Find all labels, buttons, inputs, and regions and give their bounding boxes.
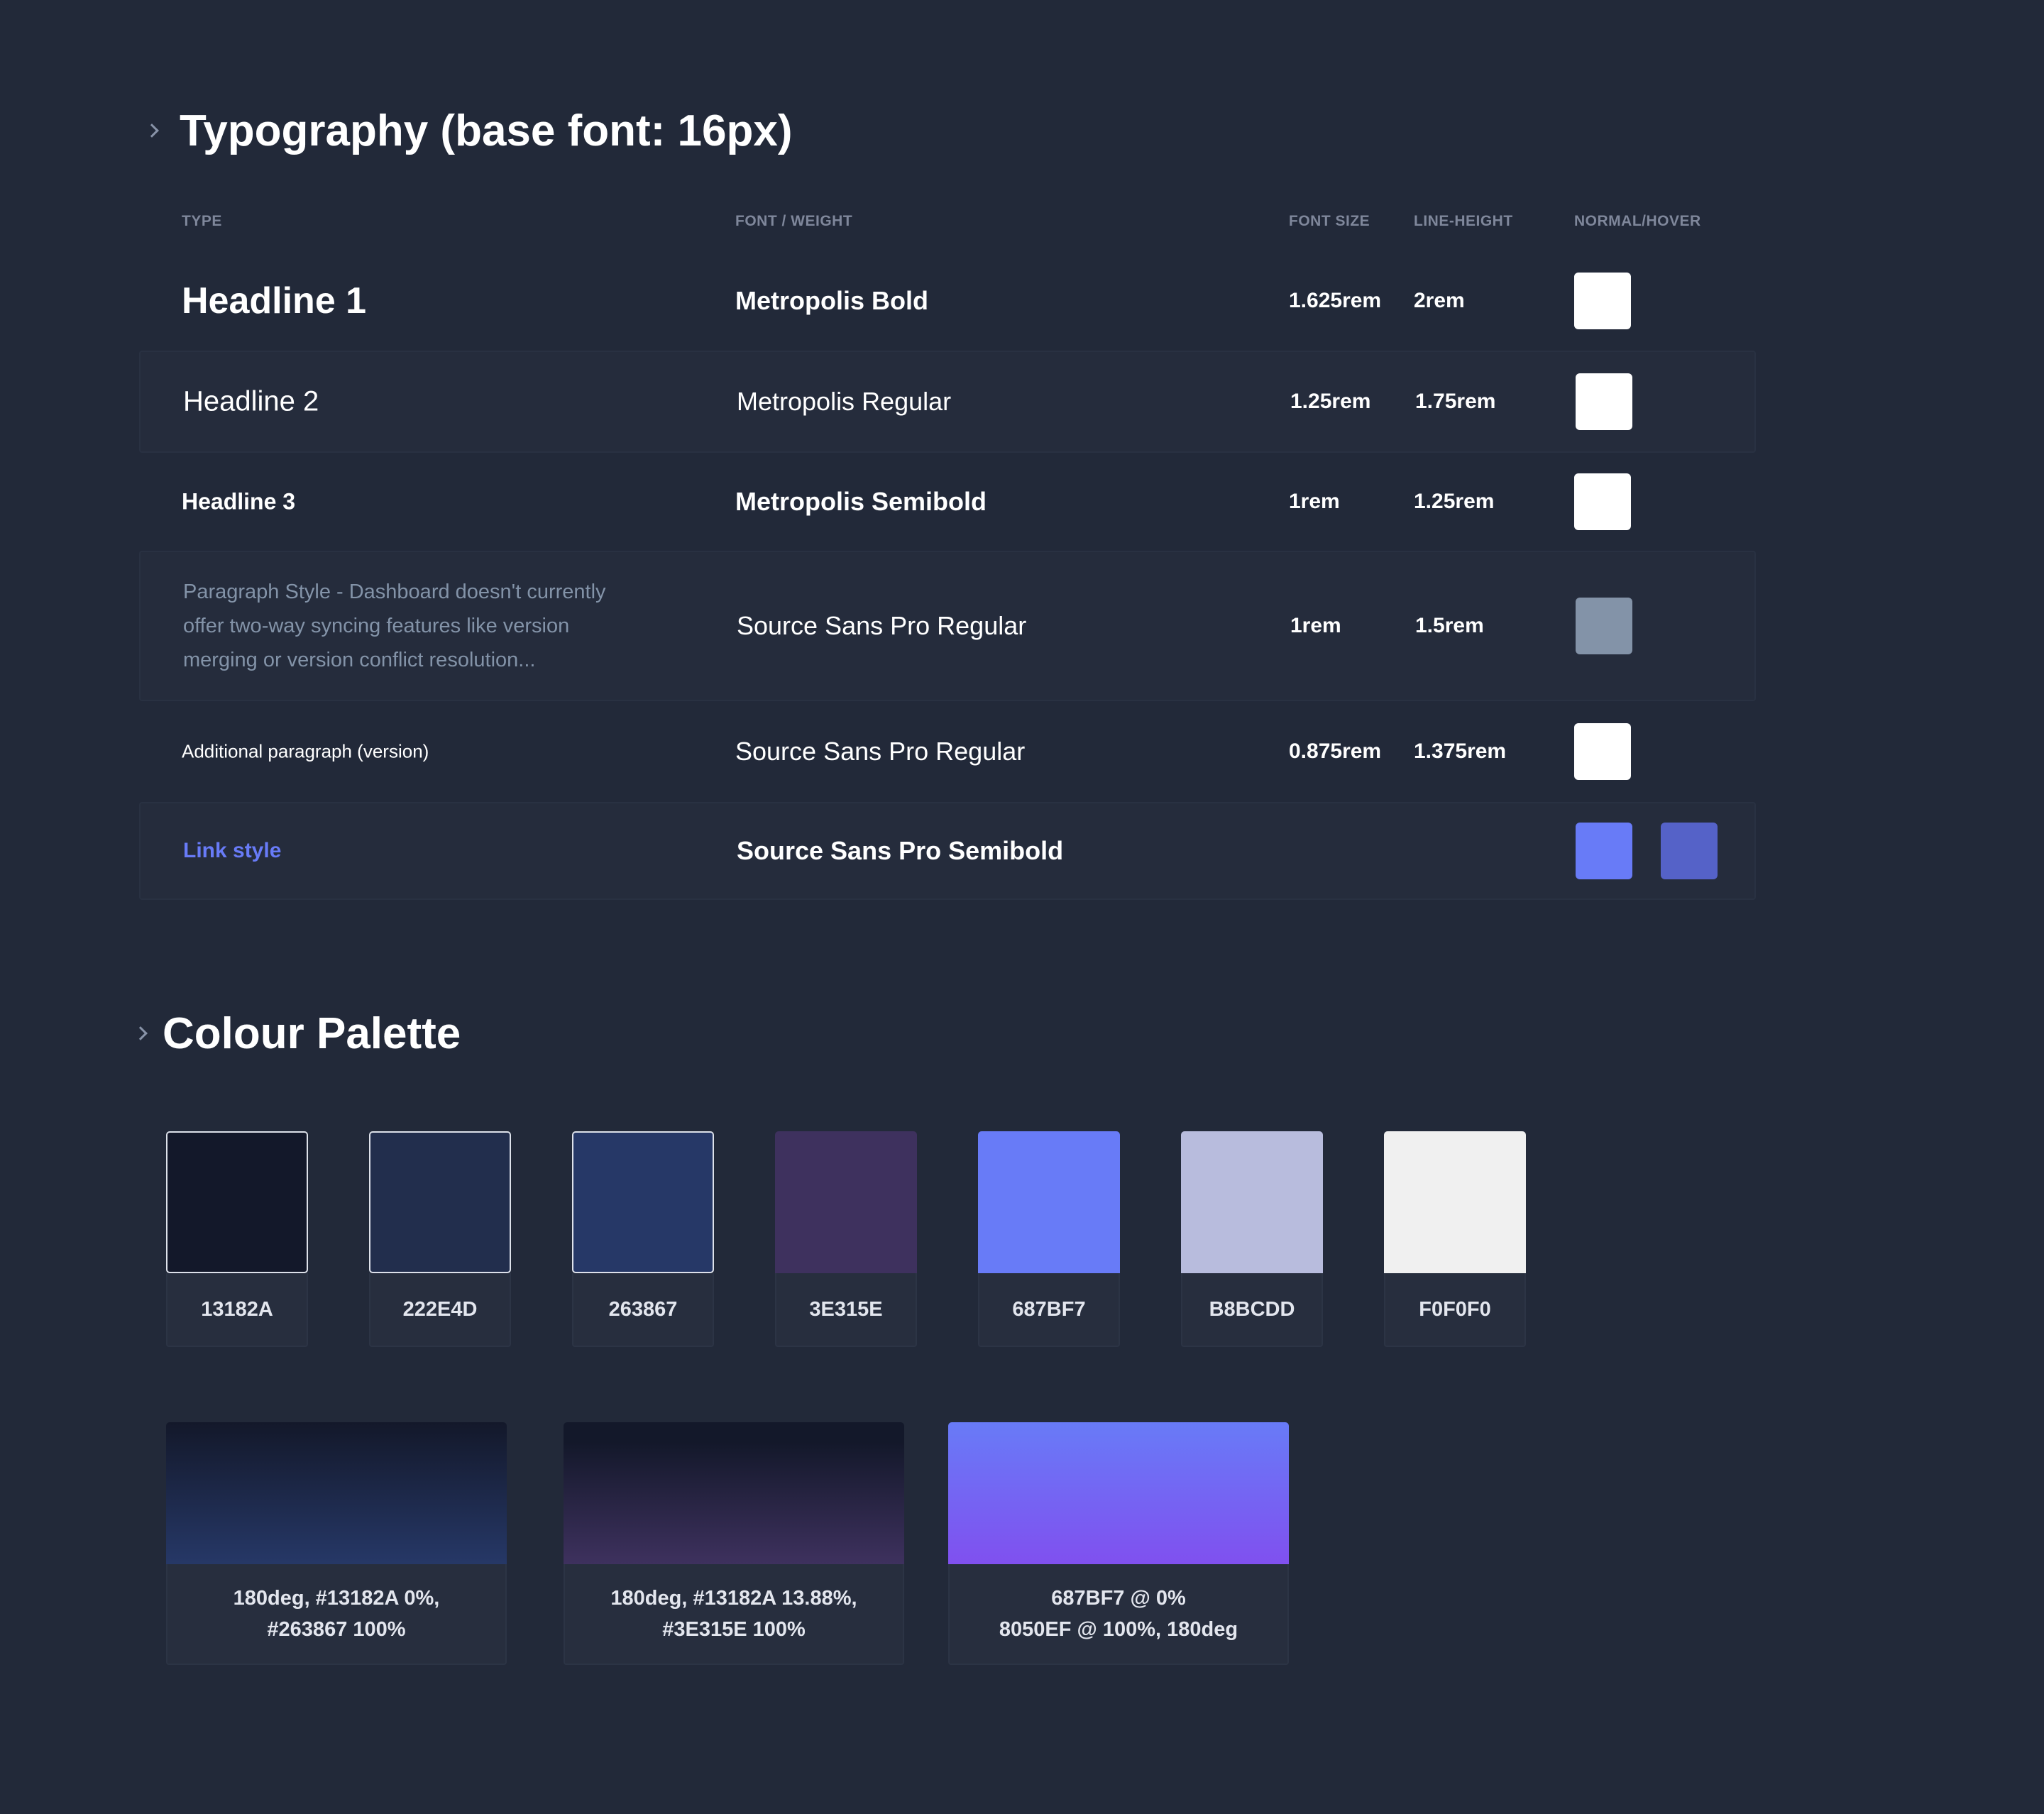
gradient-card: 180deg, #13182A 0%, #263867 100%: [166, 1422, 507, 1665]
font-size-value: 1.25rem: [1290, 390, 1371, 413]
colour-hex-label: 3E315E: [775, 1273, 917, 1347]
hover-color-swatch[interactable]: [1661, 823, 1718, 879]
normal-color-swatch[interactable]: [1574, 473, 1631, 530]
typography-title: Typography (base font: 16px): [180, 106, 793, 155]
typography-row-additional-paragraph: Additional paragraph (version) Source Sa…: [139, 703, 1756, 801]
gradient-label-line: 687BF7 @ 0%: [1051, 1587, 1186, 1610]
line-height-value: 1.25rem: [1414, 490, 1495, 513]
line-height-value: 1.375rem: [1414, 740, 1507, 763]
colour-swatch[interactable]: [166, 1131, 308, 1273]
column-header-font-weight: FONT / WEIGHT: [735, 213, 853, 229]
typography-row-headline-1: Headline 1 Metropolis Bold 1.625rem 2rem: [139, 253, 1756, 349]
column-header-line-height: LINE-HEIGHT: [1414, 213, 1513, 229]
gradient-label-line: 8050EF @ 100%, 180deg: [999, 1618, 1238, 1641]
colour-swatch[interactable]: [572, 1131, 714, 1273]
gradient-swatch[interactable]: [948, 1422, 1289, 1564]
typography-row-headline-2: Headline 2 Metropolis Regular 1.25rem 1.…: [139, 351, 1756, 453]
gradient-card: 180deg, #13182A 13.88%, #3E315E 100%: [564, 1422, 904, 1665]
typography-section-heading: Typography (base font: 16px): [145, 105, 793, 156]
colour-hex-label: 687BF7: [978, 1273, 1120, 1347]
colour-swatch[interactable]: [978, 1131, 1120, 1273]
chevron-right-icon[interactable]: [133, 1026, 148, 1040]
font-weight-value: Source Sans Pro Regular: [737, 611, 1027, 640]
type-sample-headline-1: Headline 1: [182, 280, 367, 321]
line-height-value: 1.75rem: [1415, 390, 1496, 413]
gradient-label-line: #263867 100%: [267, 1618, 406, 1641]
normal-color-swatch[interactable]: [1574, 273, 1631, 329]
column-header-font-size: FONT SIZE: [1289, 213, 1370, 229]
gradient-label-line: 180deg, #13182A 13.88%,: [610, 1587, 857, 1610]
column-header-normal-hover: NORMAL/HOVER: [1574, 213, 1701, 229]
type-sample-paragraph: Paragraph Style - Dashboard doesn't curr…: [183, 575, 606, 677]
type-sample-headline-2: Headline 2: [183, 385, 319, 417]
type-sample-additional-paragraph: Additional paragraph (version): [182, 740, 429, 762]
colour-hex-label: 13182A: [166, 1273, 308, 1347]
font-weight-value: Metropolis Regular: [737, 387, 952, 416]
colour-hex-label: 263867: [572, 1273, 714, 1347]
colour-palette-section-heading: Colour Palette: [133, 1008, 461, 1059]
gradient-label: 180deg, #13182A 0%, #263867 100%: [166, 1564, 507, 1665]
type-sample-headline-3: Headline 3: [182, 488, 296, 515]
colour-hex-label: B8BCDD: [1181, 1273, 1323, 1347]
font-weight-value: Source Sans Pro Regular: [735, 737, 1026, 766]
colour-card: B8BCDD: [1181, 1131, 1323, 1347]
normal-color-swatch[interactable]: [1576, 373, 1632, 430]
normal-color-swatch[interactable]: [1574, 723, 1631, 780]
colour-swatch[interactable]: [775, 1131, 917, 1273]
typography-row-headline-3: Headline 3 Metropolis Semibold 1rem 1.25…: [139, 454, 1756, 549]
gradient-label-line: 180deg, #13182A 0%,: [233, 1587, 440, 1610]
gradient-card: 687BF7 @ 0% 8050EF @ 100%, 180deg: [948, 1422, 1289, 1665]
colour-swatch[interactable]: [1181, 1131, 1323, 1273]
link-style-sample[interactable]: Link style: [183, 839, 281, 863]
colour-card: 3E315E: [775, 1131, 917, 1347]
colour-swatch[interactable]: [1384, 1131, 1526, 1273]
paragraph-line: offer two-way syncing features like vers…: [183, 615, 570, 637]
gradient-swatch[interactable]: [564, 1422, 904, 1564]
gradient-swatch[interactable]: [166, 1422, 507, 1564]
typography-row-link-style: Link style Source Sans Pro Semibold: [139, 802, 1756, 900]
font-weight-value: Source Sans Pro Semibold: [737, 836, 1064, 865]
paragraph-line: merging or version conflict resolution..…: [183, 649, 536, 671]
font-size-value: 1rem: [1290, 614, 1341, 637]
gradient-label: 687BF7 @ 0% 8050EF @ 100%, 180deg: [948, 1564, 1289, 1665]
colour-hex-label: F0F0F0: [1384, 1273, 1526, 1347]
normal-color-swatch[interactable]: [1576, 823, 1632, 879]
column-header-type: TYPE: [182, 213, 222, 229]
font-weight-value: Metropolis Bold: [735, 286, 928, 315]
colour-hex-label: 222E4D: [369, 1273, 511, 1347]
typography-row-paragraph: Paragraph Style - Dashboard doesn't curr…: [139, 551, 1756, 701]
line-height-value: 2rem: [1414, 289, 1465, 312]
colour-card: 687BF7: [978, 1131, 1120, 1347]
gradient-label: 180deg, #13182A 13.88%, #3E315E 100%: [564, 1564, 904, 1665]
font-size-value: 1.625rem: [1289, 289, 1382, 312]
colour-card: 13182A: [166, 1131, 308, 1347]
normal-color-swatch[interactable]: [1576, 598, 1632, 654]
font-size-value: 1rem: [1289, 490, 1340, 513]
colour-card: F0F0F0: [1384, 1131, 1526, 1347]
colour-card: 263867: [572, 1131, 714, 1347]
paragraph-line: Paragraph Style - Dashboard doesn't curr…: [183, 581, 606, 603]
font-size-value: 0.875rem: [1289, 740, 1382, 763]
gradient-label-line: #3E315E 100%: [662, 1618, 806, 1641]
line-height-value: 1.5rem: [1415, 614, 1484, 637]
colour-card: 222E4D: [369, 1131, 511, 1347]
font-weight-value: Metropolis Semibold: [735, 487, 987, 516]
chevron-right-icon[interactable]: [145, 123, 159, 138]
colour-palette-title: Colour Palette: [163, 1008, 461, 1058]
colour-swatch[interactable]: [369, 1131, 511, 1273]
